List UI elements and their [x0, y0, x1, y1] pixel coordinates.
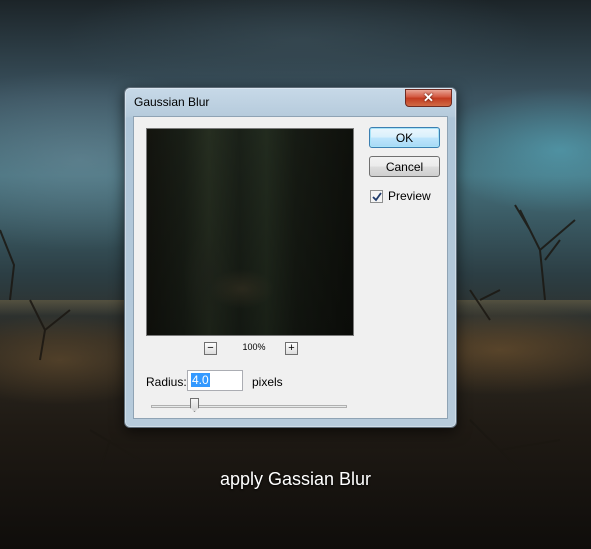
radius-label: Radius:	[146, 375, 187, 389]
tutorial-caption: apply Gassian Blur	[219, 469, 372, 489]
dialog-title: Gaussian Blur	[134, 95, 210, 109]
dialog-titlebar[interactable]: Gaussian Blur ✕	[125, 88, 456, 114]
radius-input[interactable]: 4.0	[187, 370, 243, 391]
cancel-button[interactable]: Cancel	[369, 156, 440, 177]
blur-preview-image[interactable]	[146, 128, 354, 336]
gaussian-blur-dialog: Gaussian Blur ✕ − 100% + OK Cancel Previ…	[124, 87, 457, 428]
zoom-in-icon: +	[288, 342, 295, 354]
zoom-in-button[interactable]: +	[285, 342, 298, 355]
radius-unit-label: pixels	[252, 375, 283, 389]
zoom-level: 100%	[242, 342, 266, 352]
ok-button[interactable]: OK	[369, 127, 440, 148]
checkmark-icon	[372, 191, 382, 201]
radius-value: 4.0	[191, 373, 210, 387]
preview-checkbox-label: Preview	[388, 189, 431, 203]
preview-checkbox-row[interactable]: Preview	[370, 189, 431, 203]
zoom-out-icon: −	[207, 342, 214, 354]
radius-slider-thumb[interactable]	[190, 398, 199, 412]
dialog-body: − 100% + OK Cancel Preview Radius: 4.0 p…	[133, 116, 448, 419]
close-icon: ✕	[423, 90, 434, 105]
zoom-out-button[interactable]: −	[204, 342, 217, 355]
radius-slider-track[interactable]	[151, 405, 347, 408]
close-button[interactable]: ✕	[405, 89, 452, 107]
preview-checkbox[interactable]	[370, 189, 383, 203]
